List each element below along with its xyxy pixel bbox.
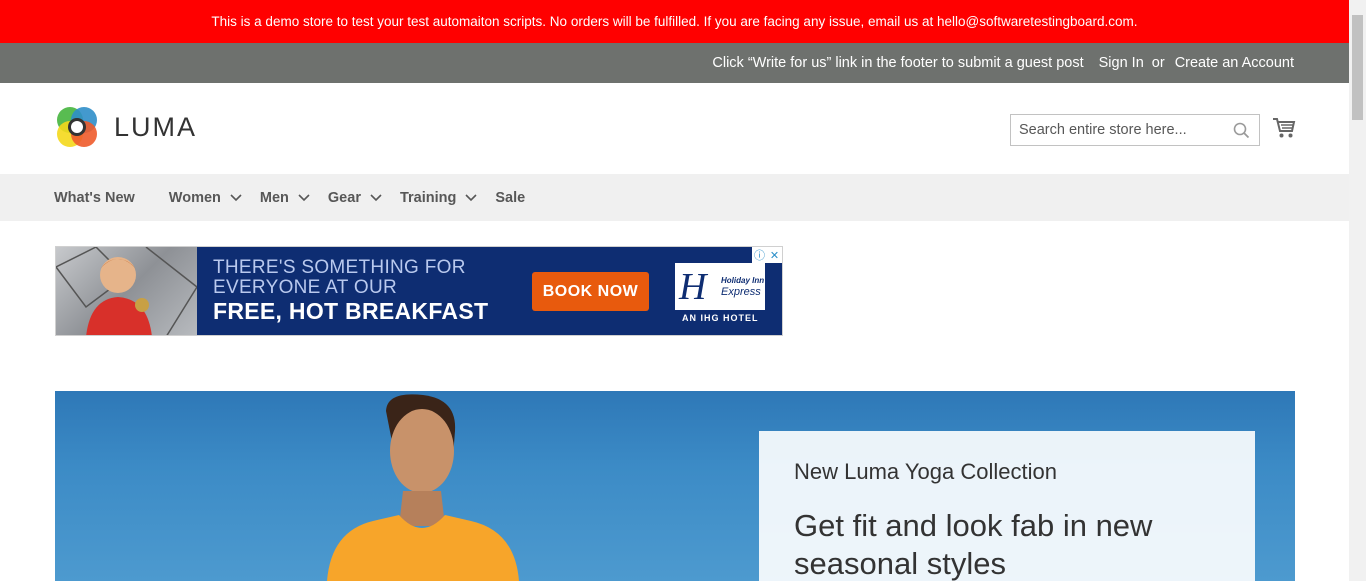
header-links: Click “Write for us” link in the footer … [712,43,1294,83]
chevron-down-icon [298,190,310,206]
nav-item-label: Men [259,189,289,206]
cart-icon[interactable] [1272,117,1296,144]
demo-notice-text: This is a demo store to test your test a… [211,14,1138,29]
nav-item-whats-new[interactable]: What's New [54,190,135,206]
nav-item-label: Sale [495,189,526,206]
advertisement-banner[interactable]: THERE'S SOMETHING FOR EVERYONE AT OUR FR… [55,246,783,336]
search-icon[interactable] [1233,122,1250,144]
nav-item-label: Training [399,189,457,206]
luma-logo[interactable]: LUMA [54,104,197,150]
brand-express: Express [721,286,761,298]
chevron-down-icon [370,190,382,206]
sign-in-link[interactable]: Sign In [1099,55,1144,71]
scrollbar-thumb[interactable] [1352,15,1363,120]
luma-logo-icon [57,107,97,147]
ad-line-2: EVERYONE AT OUR [213,277,397,298]
nav-item-label: What's New [54,189,135,206]
holiday-inn-express-logo: H Holiday Inn Express [675,263,765,310]
page-scrollbar[interactable] [1349,0,1366,581]
nav-item-training[interactable]: Training [400,190,477,206]
info-icon[interactable]: ⓘ [752,247,767,263]
nav-item-label: Women [168,189,221,206]
book-now-button[interactable]: BOOK NOW [532,272,649,311]
nav-item-women[interactable]: Women [169,190,242,206]
or-separator: or [1151,55,1165,71]
hero-headline: Get fit and look fab in new seasonal sty… [794,508,1153,581]
ad-tagline: AN IHG HOTEL [682,313,759,323]
guest-post-notice: Click “Write for us” link in the footer … [712,55,1084,71]
ad-choices[interactable]: ⓘ ✕ [752,247,782,263]
ad-line-3: FREE, HOT BREAKFAST [213,298,489,324]
hero-promo-card: New Luma Yoga Collection Get fit and loo… [759,431,1255,581]
page-header: LUMA [0,83,1349,174]
nav-item-men[interactable]: Men [260,190,310,206]
ad-line-1: THERE'S SOMETHING FOR [213,257,466,278]
brand-holiday-inn: Holiday Inn [721,276,764,285]
panel-header: Click “Write for us” link in the footer … [0,43,1349,83]
main-navigation: What's New Women Men Gear Training Sale [0,174,1349,221]
ad-photo [56,247,197,335]
search-input[interactable] [1011,115,1221,145]
close-icon[interactable]: ✕ [767,247,782,263]
chevron-down-icon [230,190,242,206]
search-box [1010,114,1260,146]
nav-item-sale[interactable]: Sale [495,190,525,206]
hero-subtitle: New Luma Yoga Collection [794,459,1057,484]
logo-text: LUMA [114,111,198,142]
svg-text:H: H [678,266,709,308]
chevron-down-icon [465,190,477,206]
nav-item-gear[interactable]: Gear [328,190,382,206]
hero-banner[interactable]: New Luma Yoga Collection Get fit and loo… [55,391,1295,581]
nav-item-label: Gear [327,189,361,206]
demo-store-notice: This is a demo store to test your test a… [0,0,1349,43]
create-account-link[interactable]: Create an Account [1175,55,1294,71]
